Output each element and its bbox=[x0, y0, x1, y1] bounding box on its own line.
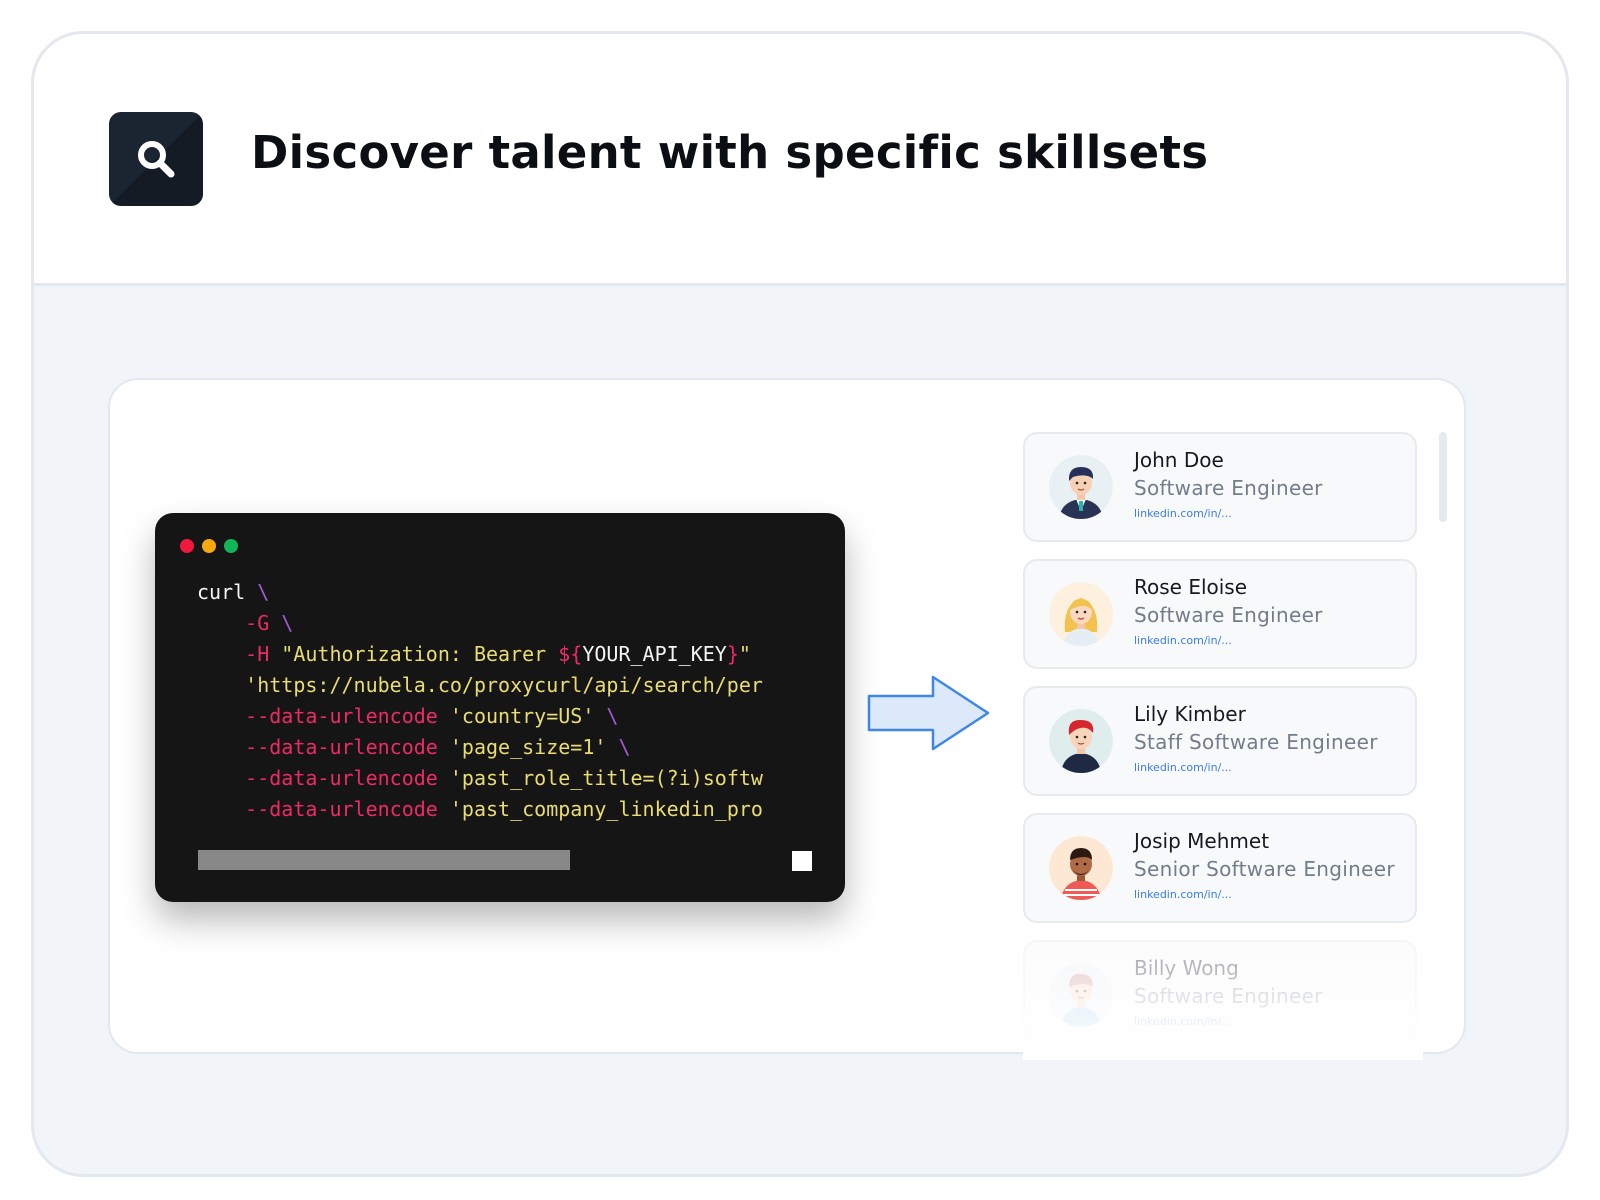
code-token: \ bbox=[618, 735, 631, 759]
code-line: 'https://nubela.co/proxycurl/api/search/… bbox=[197, 670, 787, 701]
code-token: } bbox=[726, 642, 739, 666]
code-token: \ bbox=[281, 611, 294, 635]
code-block: curl \ -G \ -H "Authorization: Bearer ${… bbox=[197, 577, 787, 825]
code-token: 'https://nubela.co/proxycurl/api/search/… bbox=[197, 673, 763, 697]
avatar bbox=[1049, 582, 1113, 646]
search-logo-tile bbox=[109, 112, 203, 206]
code-token: --data-urlencode bbox=[197, 735, 450, 759]
card-header: Discover talent with specific skillsets bbox=[34, 34, 1566, 286]
search-icon bbox=[138, 141, 175, 178]
code-line: -G \ bbox=[197, 608, 787, 639]
code-token: -G bbox=[197, 611, 282, 635]
code-token: "Authorization: Bearer bbox=[281, 642, 559, 666]
minimize-dot[interactable] bbox=[202, 539, 216, 553]
code-line: --data-urlencode 'country=US' \ bbox=[197, 701, 787, 732]
avatar bbox=[1049, 455, 1113, 519]
right-arrow-icon bbox=[867, 675, 990, 751]
profile-name: Rose Eloise bbox=[1134, 575, 1248, 599]
profile-link[interactable]: linkedin.com/in/... bbox=[1134, 507, 1232, 520]
profile-card[interactable]: Lily Kimber Staff Software Engineer linked… bbox=[1023, 686, 1417, 796]
terminal-cursor bbox=[792, 851, 812, 871]
code-token: 'country=US' bbox=[449, 704, 607, 728]
code-token: ${ bbox=[558, 642, 583, 666]
horizontal-scrollbar[interactable] bbox=[198, 850, 570, 870]
profile-link[interactable]: linkedin.com/in/... bbox=[1134, 634, 1232, 647]
code-line: --data-urlencode 'page_size=1' \ bbox=[197, 732, 787, 763]
code-line: --data-urlencode 'past_role_title=(?i)so… bbox=[197, 763, 787, 794]
profile-name: Josip Mehmet bbox=[1134, 829, 1270, 853]
profile-card[interactable]: Rose Eloise Software Engineer linkedin.com… bbox=[1023, 559, 1417, 669]
list-fade-overlay bbox=[1023, 934, 1423, 1060]
code-token: YOUR_API_KEY bbox=[582, 642, 727, 666]
close-dot[interactable] bbox=[180, 539, 194, 553]
code-token: --data-urlencode bbox=[197, 797, 450, 821]
profile-card[interactable]: John Doe Software Engineer linkedin.com/in… bbox=[1023, 432, 1417, 542]
code-token: -H bbox=[197, 642, 282, 666]
code-token: " bbox=[738, 642, 751, 666]
code-token: 'past_company_linkedin_pro bbox=[449, 797, 763, 821]
profile-name: John Doe bbox=[1134, 448, 1224, 472]
code-token: 'page_size=1' bbox=[449, 735, 619, 759]
profile-card[interactable]: Josip Mehmet Senior Software Engineer link… bbox=[1023, 813, 1417, 923]
code-token: curl bbox=[197, 580, 258, 604]
code-token: \ bbox=[606, 704, 619, 728]
feature-card: Discover talent with specific skillsets … bbox=[31, 31, 1569, 1177]
code-line: curl \ bbox=[197, 577, 787, 608]
profile-link[interactable]: linkedin.com/in/... bbox=[1134, 761, 1232, 774]
profile-link[interactable]: linkedin.com/in/... bbox=[1134, 888, 1232, 901]
profile-role: Staff Software Engineer bbox=[1134, 730, 1378, 754]
avatar bbox=[1049, 709, 1113, 773]
profile-role: Software Engineer bbox=[1134, 603, 1323, 627]
profile-name: Lily Kimber bbox=[1134, 702, 1246, 726]
code-token: 'past_role_title=(?i)softw bbox=[449, 766, 763, 790]
code-token: --data-urlencode bbox=[197, 704, 450, 728]
code-token: --data-urlencode bbox=[197, 766, 450, 790]
code-terminal: curl \ -G \ -H "Authorization: Bearer ${… bbox=[155, 513, 845, 902]
list-scrollbar[interactable] bbox=[1439, 432, 1447, 522]
profile-role: Software Engineer bbox=[1134, 476, 1323, 500]
profile-role: Senior Software Engineer bbox=[1134, 857, 1395, 881]
maximize-dot[interactable] bbox=[224, 539, 238, 553]
code-line: --data-urlencode 'past_company_linkedin_… bbox=[197, 794, 787, 825]
avatar bbox=[1049, 836, 1113, 900]
code-token: \ bbox=[257, 580, 270, 604]
page-title: Discover talent with specific skillsets bbox=[251, 126, 1209, 179]
code-line: -H "Authorization: Bearer ${YOUR_API_KEY… bbox=[197, 639, 787, 670]
